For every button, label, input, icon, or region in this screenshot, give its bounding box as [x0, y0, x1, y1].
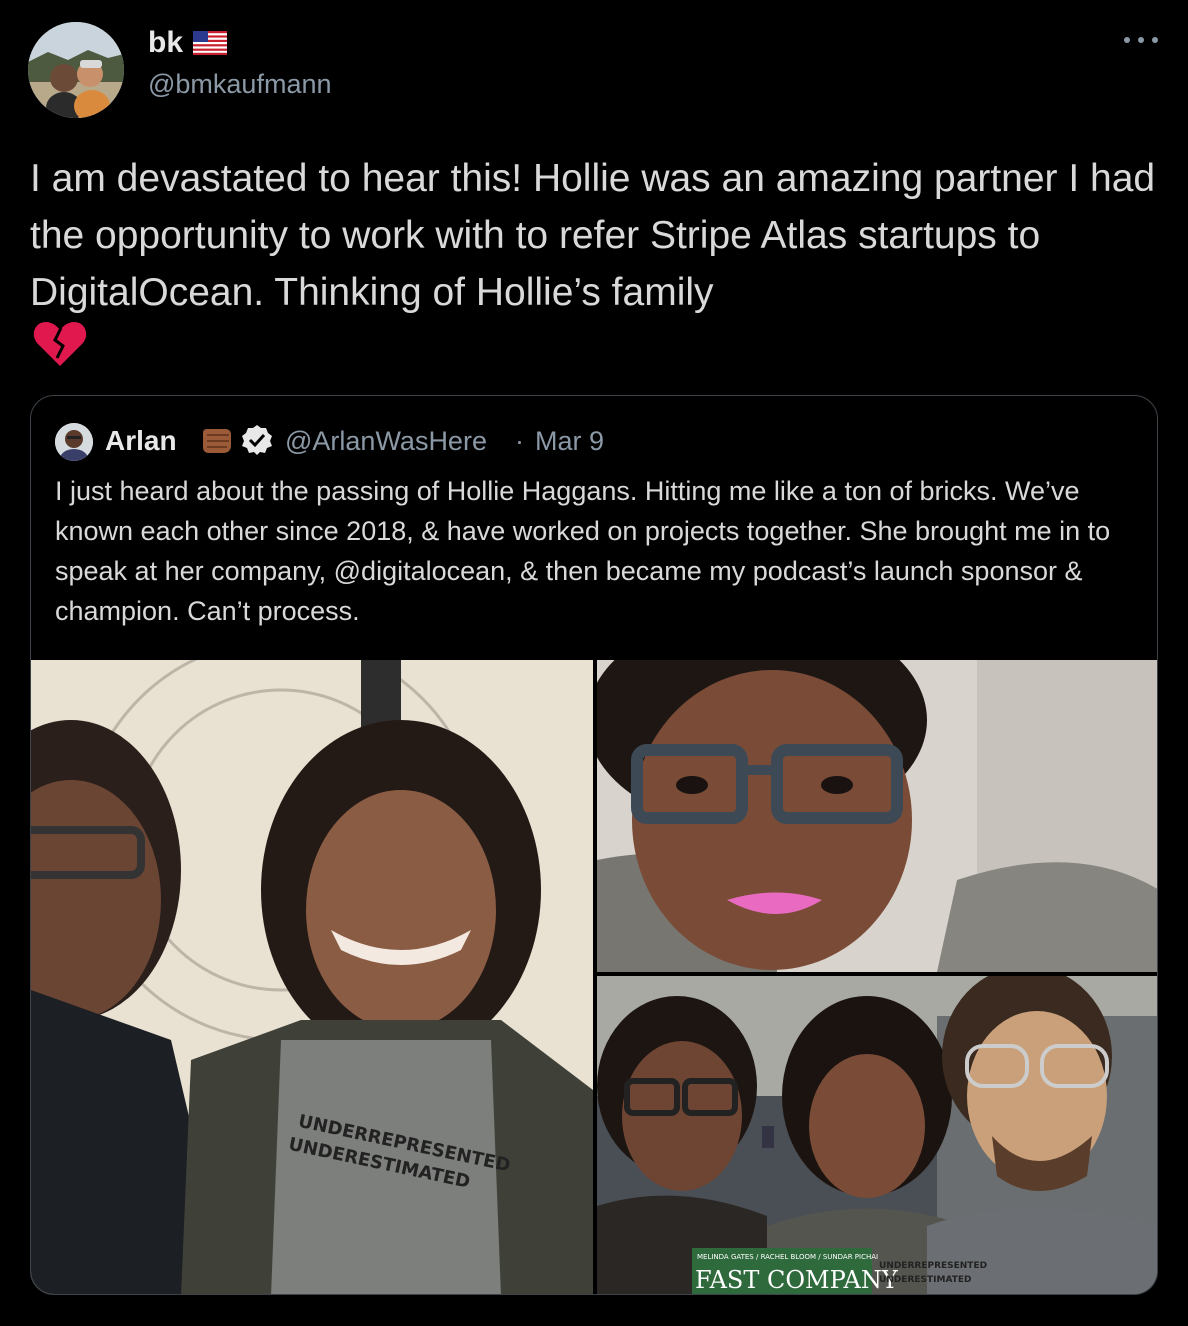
author-handle[interactable]: @bmkaufmann	[148, 68, 332, 100]
author-name-text[interactable]: bk	[148, 26, 183, 60]
more-options-icon[interactable]	[1124, 30, 1158, 50]
verified-badge-icon	[241, 424, 273, 456]
more-dot	[1152, 37, 1158, 43]
quoted-author-handle[interactable]: @ArlanWasHere	[285, 424, 487, 458]
broken-heart-icon	[32, 318, 88, 368]
quoted-tweet-date[interactable]: Mar 9	[535, 424, 604, 458]
magazine-title: FAST COMPANY	[695, 1266, 899, 1294]
shirt-text-1: UNDERREPRESENTED	[879, 1261, 987, 1271]
photo-two-women[interactable]: UNDERREPRESENTED UNDERESTIMATED	[31, 660, 593, 1294]
photo-group-three[interactable]: MELINDA GATES / RACHEL BLOOM / SUNDAR PI…	[597, 976, 1157, 1294]
shirt-text-2: UNDERESTIMATED	[879, 1275, 972, 1285]
magazine-names: MELINDA GATES / RACHEL BLOOM / SUNDAR PI…	[697, 1253, 878, 1261]
quoted-author-avatar[interactable]	[55, 423, 93, 461]
quoted-author-name[interactable]: Arlan	[105, 424, 177, 458]
meta-separator: ·	[515, 426, 524, 456]
tweet-text: I am devastated to hear this! Hollie was…	[30, 157, 1156, 314]
quoted-tweet-text: I just heard about the passing of Hollie…	[55, 476, 1111, 626]
photo-selfie-glasses[interactable]	[597, 660, 1157, 972]
author-avatar[interactable]	[28, 22, 124, 118]
us-flag-icon	[193, 31, 228, 55]
fist-bump-icon	[199, 423, 235, 459]
author-display-name[interactable]: bk	[148, 26, 228, 60]
more-dot	[1138, 37, 1144, 43]
quoted-tweet-card[interactable]: Arlan @ArlanWasHere · Mar 9 I just heard…	[30, 395, 1158, 1295]
more-dot	[1124, 37, 1130, 43]
